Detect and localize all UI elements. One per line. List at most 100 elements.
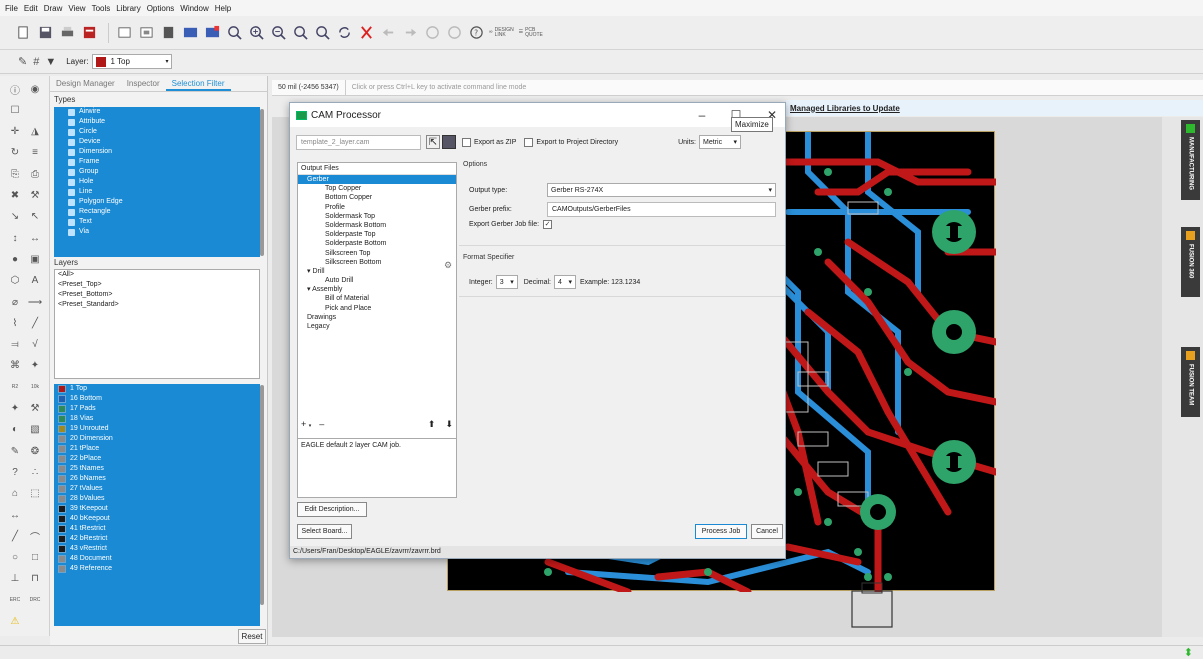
zoom-select-icon[interactable] [291,24,309,42]
ratsnest2-icon[interactable]: ⌘ [8,359,22,373]
ulp-icon[interactable] [203,24,221,42]
align-icon[interactable]: ≡ [28,146,42,160]
mirror-icon[interactable]: ◮ [28,125,42,139]
paste-icon[interactable]: ⎙ [28,167,42,181]
drc-icon[interactable]: DRC [28,593,42,607]
select-board-button[interactable]: Select Board... [297,524,352,539]
layer-item[interactable]: 42 bRestrict [54,534,260,544]
save-icon[interactable] [36,24,54,42]
undo-icon[interactable] [379,24,397,42]
export-project-checkbox[interactable]: Export to Project Directory [524,137,618,147]
menu-item-library[interactable]: Library [113,4,143,13]
menu-item-draw[interactable]: Draw [41,4,66,13]
output-tree-item[interactable]: Soldermask Top [298,212,456,221]
dialog-titlebar[interactable]: CAM Processor – ☐ ✕ [290,103,785,127]
change-icon[interactable]: ⚒ [28,402,42,416]
output-tree-item[interactable]: Solderpaste Top [298,230,456,239]
output-tree-item[interactable]: Auto Drill [298,276,456,285]
output-tree-item[interactable]: Gerber [298,175,456,185]
export-zip-box[interactable] [462,137,471,147]
layer-item[interactable]: 48 Document [54,554,260,564]
group-icon[interactable]: ⬚ [28,487,42,501]
value-icon[interactable]: 10k [28,380,42,394]
add-icon[interactable]: + ▾ [301,419,311,429]
move-down-icon[interactable]: ⬇ [445,419,453,430]
save-file-icon[interactable] [442,135,456,149]
wire-icon[interactable]: ⟶ [28,295,42,309]
menu-item-window[interactable]: Window [177,4,211,13]
export-job-checkbox[interactable]: ✓ [543,220,553,229]
layer-item[interactable]: 39 tKeepout [54,504,260,514]
filter-icon[interactable]: ▼ [45,56,56,68]
route-icon[interactable]: ↘ [8,210,22,224]
curve-icon[interactable]: ⌒ [28,529,42,544]
type-item-line[interactable]: Line [54,187,260,197]
autorouter-icon[interactable]: ✦ [28,359,42,373]
layer-item[interactable]: 40 bKeepout [54,514,260,524]
frame-icon[interactable]: ⊓ [28,572,42,586]
go-icon[interactable] [445,24,463,42]
export-project-box[interactable] [524,137,534,147]
units-select[interactable]: Metric ▾ [699,135,742,149]
type-item-hole[interactable]: Hole [54,177,260,187]
layer-item[interactable]: 25 tNames [54,464,260,474]
cam-icon[interactable] [80,24,98,42]
layer-item[interactable]: 26 bNames [54,474,260,484]
dimension-icon[interactable]: ↔ [8,508,22,522]
type-item-circle[interactable]: Circle [54,127,260,137]
pen-icon[interactable]: ✎ [8,444,22,458]
gear-icon[interactable]: ⚙ [444,260,452,271]
cancel-button[interactable]: Cancel [751,524,783,539]
tab-design-manager[interactable]: Design Manager [50,76,121,91]
layer-item[interactable]: 19 Unrouted [54,424,260,434]
output-type-select[interactable]: Gerber RS-274X ▾ [547,183,776,197]
type-item-text[interactable]: Text [54,217,260,227]
layer-item[interactable]: 43 vRestrict [54,544,260,554]
output-tree-item[interactable]: Bill of Material [298,294,456,303]
zoom-fit-icon[interactable] [225,24,243,42]
info-icon[interactable]: ⓘ [8,82,22,97]
layer-item[interactable]: 21 tPlace [54,444,260,454]
zoom-in-icon[interactable] [247,24,265,42]
export-zip-checkbox[interactable]: Export as ZIP [462,137,516,147]
connect-icon[interactable]: ∴ [28,465,42,479]
menu-item-tools[interactable]: Tools [89,4,114,13]
layer-item[interactable]: 27 tValues [54,484,260,494]
ratsnest-icon[interactable]: ⌀ [8,295,22,309]
stop-icon[interactable] [357,24,375,42]
layer-item[interactable]: 17 Pads [54,404,260,414]
pencil-icon[interactable]: ✎ [18,55,27,68]
name-icon[interactable]: R2 [8,380,22,394]
stop-command-icon[interactable] [423,24,441,42]
output-tree-item[interactable]: Drawings [298,313,456,322]
output-tree-item[interactable]: Pick and Place [298,304,456,313]
redo-icon[interactable] [401,24,419,42]
side-tab-fusion-team[interactable]: FUSION TEAM [1181,347,1200,417]
layer-item[interactable]: 1 Top [54,384,260,394]
print-icon[interactable] [58,24,76,42]
layer-item[interactable]: 16 Bottom [54,394,260,404]
polygon-icon[interactable]: ⬡ [8,274,22,288]
output-tree-item[interactable]: Silkscreen Bottom [298,258,456,267]
layers-scrollbar[interactable] [260,385,264,605]
edit-description-button[interactable]: Edit Description... [297,502,367,517]
decimal-select[interactable]: 4 ▾ [553,275,576,289]
smd-icon[interactable]: ▧ [28,423,42,437]
warning-icon[interactable]: ⚠ [8,615,22,629]
layer-select[interactable]: 1 Top ▾ [92,54,173,69]
type-item-airwire[interactable]: Airwire [54,107,260,117]
fanout-icon[interactable]: ↔ [28,231,42,245]
lock-icon[interactable]: ⌂ [8,487,22,501]
layer-item[interactable]: 49 Reference [54,564,260,574]
via-icon[interactable]: ● [8,252,22,266]
menu-item-options[interactable]: Options [144,4,178,13]
move-up-icon[interactable]: ⬆ [428,419,436,430]
open-file-icon[interactable]: ⇱ [426,135,440,149]
hole-icon[interactable]: ▣ [28,252,42,266]
preset-item[interactable]: <Preset_Top> [55,280,259,290]
output-tree-item[interactable]: Bottom Copper [298,193,456,202]
output-tree-item[interactable]: ▾ Assembly [298,285,456,294]
side-tab-manufacturing[interactable]: MANUFACTURING [1181,120,1200,200]
zoom-last-icon[interactable] [313,24,331,42]
measure-icon[interactable]: ⊥ [8,572,22,586]
